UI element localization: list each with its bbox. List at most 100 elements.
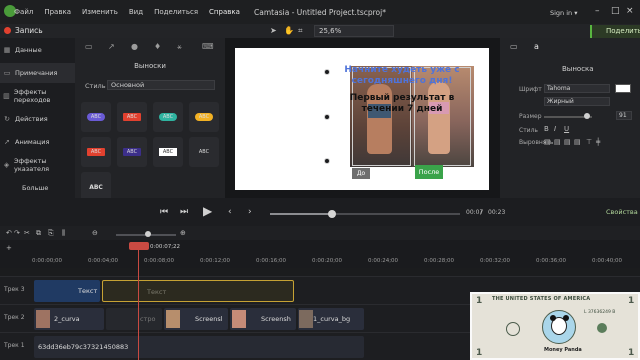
- callout-tile[interactable]: ABC: [189, 137, 219, 167]
- sign-in-button[interactable]: Sign in ▾: [550, 9, 578, 17]
- callout-headline[interactable]: Начните худеть уже с сегодняшнего дня!: [327, 65, 477, 87]
- close-icon[interactable]: ×: [626, 6, 634, 16]
- next-marker-icon[interactable]: ›: [248, 207, 252, 217]
- keystroke-tab-icon[interactable]: ⌨: [202, 42, 214, 51]
- zoom-out-icon[interactable]: ⊖: [92, 229, 98, 237]
- text-clip[interactable]: Текст: [34, 280, 100, 302]
- sidebar-item-label: Действия: [15, 115, 48, 123]
- clip-thumbnail: [232, 310, 246, 328]
- text-clip-selected[interactable]: Текст: [102, 280, 294, 302]
- style-select[interactable]: Основной: [107, 80, 215, 90]
- canvas-frame[interactable]: Начните худеть уже с сегодняшнего дня! П…: [235, 48, 489, 190]
- visual-properties-tab-icon[interactable]: ▭: [510, 42, 518, 51]
- sidebar-item-annotations[interactable]: ▭ Примечания: [0, 63, 75, 83]
- resize-handle[interactable]: [324, 158, 330, 164]
- scrub-knob[interactable]: [328, 210, 336, 218]
- underline-icon[interactable]: U: [564, 125, 569, 133]
- media-clip[interactable]: 2_curva: [34, 308, 104, 330]
- cut-icon[interactable]: ✂: [24, 229, 30, 237]
- play-icon[interactable]: ▶: [203, 204, 212, 218]
- align-left-icon[interactable]: ▤: [544, 138, 551, 146]
- ruler-tick: 0:00:08;00: [144, 258, 175, 264]
- playhead[interactable]: [129, 242, 149, 250]
- blur-tab-icon[interactable]: ♦: [154, 42, 161, 51]
- media-clip[interactable]: Screensl: [164, 308, 228, 330]
- callout-tab-icon[interactable]: ▭: [85, 42, 93, 51]
- sidebar-item-behaviors[interactable]: ↻ Действия: [0, 109, 75, 129]
- media-clip[interactable]: Screensh: [230, 308, 296, 330]
- clip-name: Текст: [147, 288, 167, 296]
- scrub-bar[interactable]: [270, 213, 460, 215]
- record-button[interactable]: Запись: [4, 26, 43, 35]
- align-center-icon[interactable]: ▤: [554, 138, 561, 146]
- sidebar-item-label: Анимация: [15, 138, 50, 146]
- zoom-in-icon[interactable]: ⊕: [180, 229, 186, 237]
- bold-icon[interactable]: B: [544, 125, 549, 133]
- redo-icon[interactable]: ↷: [14, 229, 20, 237]
- sidebar-item-transitions[interactable]: ▥ Эффекты переходов: [0, 86, 75, 106]
- text-properties-tab-icon[interactable]: a: [534, 42, 539, 51]
- callout-subline[interactable]: Первый результат в течении 7 дней: [327, 93, 477, 115]
- zoom-select[interactable]: 25,6%: [314, 25, 394, 37]
- callout-tile-text: ABC: [126, 149, 138, 155]
- callout-tile[interactable]: ABC: [153, 137, 183, 167]
- sidebar-item-animations[interactable]: ➚ Анимация: [0, 132, 75, 152]
- callout-tile[interactable]: ABC: [117, 137, 147, 167]
- sketch-tab-icon[interactable]: ⚹: [177, 42, 182, 52]
- timeline-zoom-knob[interactable]: [145, 231, 151, 237]
- split-icon[interactable]: ⫼: [62, 229, 65, 238]
- crop-tool-icon[interactable]: ⌗: [298, 26, 303, 36]
- share-button[interactable]: Поделиться: [590, 25, 640, 38]
- properties-panel: ▭ a Выноска Шрифт Tahoma Жирный Размер 9…: [500, 38, 640, 198]
- track-label: Трек 1: [4, 342, 25, 349]
- paste-icon[interactable]: ⎘: [48, 229, 54, 238]
- font-select[interactable]: Tahoma: [544, 84, 610, 93]
- sidebar-item-media[interactable]: ▦ Данные: [0, 40, 75, 60]
- maximize-icon[interactable]: □: [611, 6, 620, 16]
- arrow-tab-icon[interactable]: ↗: [108, 42, 115, 51]
- font-color-swatch[interactable]: [615, 84, 631, 93]
- playback-controls: ⏮ ⏭ ▶ ‹ › 00:07 / 00:23 Свойства: [0, 198, 640, 226]
- sidebar-item-cursor-effects[interactable]: ◈ Эффекты указателя: [0, 155, 75, 175]
- clip-name: 1_curva_bg: [313, 315, 351, 323]
- resize-handle[interactable]: [324, 114, 330, 120]
- pan-tool-icon[interactable]: ✋: [284, 26, 294, 35]
- banknote-overlay: THE UNITED STATES OF AMERICA 1 1 1 1 L 3…: [470, 292, 640, 360]
- media-clip[interactable]: стро: [106, 308, 162, 330]
- properties-title: Выноска: [562, 65, 594, 73]
- valign-middle-icon[interactable]: ╪: [596, 138, 600, 146]
- resize-handle[interactable]: [324, 69, 330, 75]
- align-right-icon[interactable]: ▤: [564, 138, 571, 146]
- before-label[interactable]: До: [352, 168, 370, 179]
- callout-tile[interactable]: ABC: [189, 102, 219, 132]
- callout-tile-text: ABC: [89, 184, 103, 191]
- italic-icon[interactable]: I: [554, 125, 556, 133]
- step-forward-icon[interactable]: ⏭: [180, 207, 188, 217]
- previous-marker-icon[interactable]: ‹: [228, 207, 232, 217]
- minimize-icon[interactable]: –: [595, 6, 600, 16]
- timeline-ruler[interactable]: + 0:00:00;00 0:00:04;00 0:00:08;00 0:00:…: [0, 240, 640, 268]
- copy-icon[interactable]: ⧉: [36, 229, 41, 238]
- step-back-icon[interactable]: ⏮: [160, 207, 168, 217]
- valign-top-icon[interactable]: ⊤: [586, 138, 592, 146]
- playhead-line: [138, 242, 139, 360]
- callout-tile-text: ABC: [90, 149, 102, 155]
- size-slider-knob[interactable]: [584, 113, 590, 119]
- callout-tile[interactable]: ABC: [153, 102, 183, 132]
- pointer-tool-icon[interactable]: ➤: [270, 26, 277, 35]
- add-track-icon[interactable]: +: [6, 244, 12, 252]
- undo-icon[interactable]: ↶: [6, 229, 12, 237]
- media-clip[interactable]: 1_curva_bg: [298, 308, 364, 330]
- properties-button[interactable]: Свойства: [606, 208, 638, 216]
- callout-tile[interactable]: ABC: [81, 102, 111, 132]
- after-label[interactable]: После: [415, 165, 443, 179]
- align-justify-icon[interactable]: ▤: [574, 138, 581, 146]
- font-weight-select[interactable]: Жирный: [544, 97, 610, 106]
- callout-tile[interactable]: ABC: [81, 137, 111, 167]
- callout-tile-text: ABC: [198, 114, 210, 120]
- more-button[interactable]: Больше: [22, 184, 48, 192]
- shape-tab-icon[interactable]: ●: [131, 42, 138, 51]
- audio-clip[interactable]: 63dd36eb79c37321450883: [34, 336, 364, 358]
- callout-tile[interactable]: ABC: [117, 102, 147, 132]
- size-value[interactable]: 91: [616, 111, 632, 120]
